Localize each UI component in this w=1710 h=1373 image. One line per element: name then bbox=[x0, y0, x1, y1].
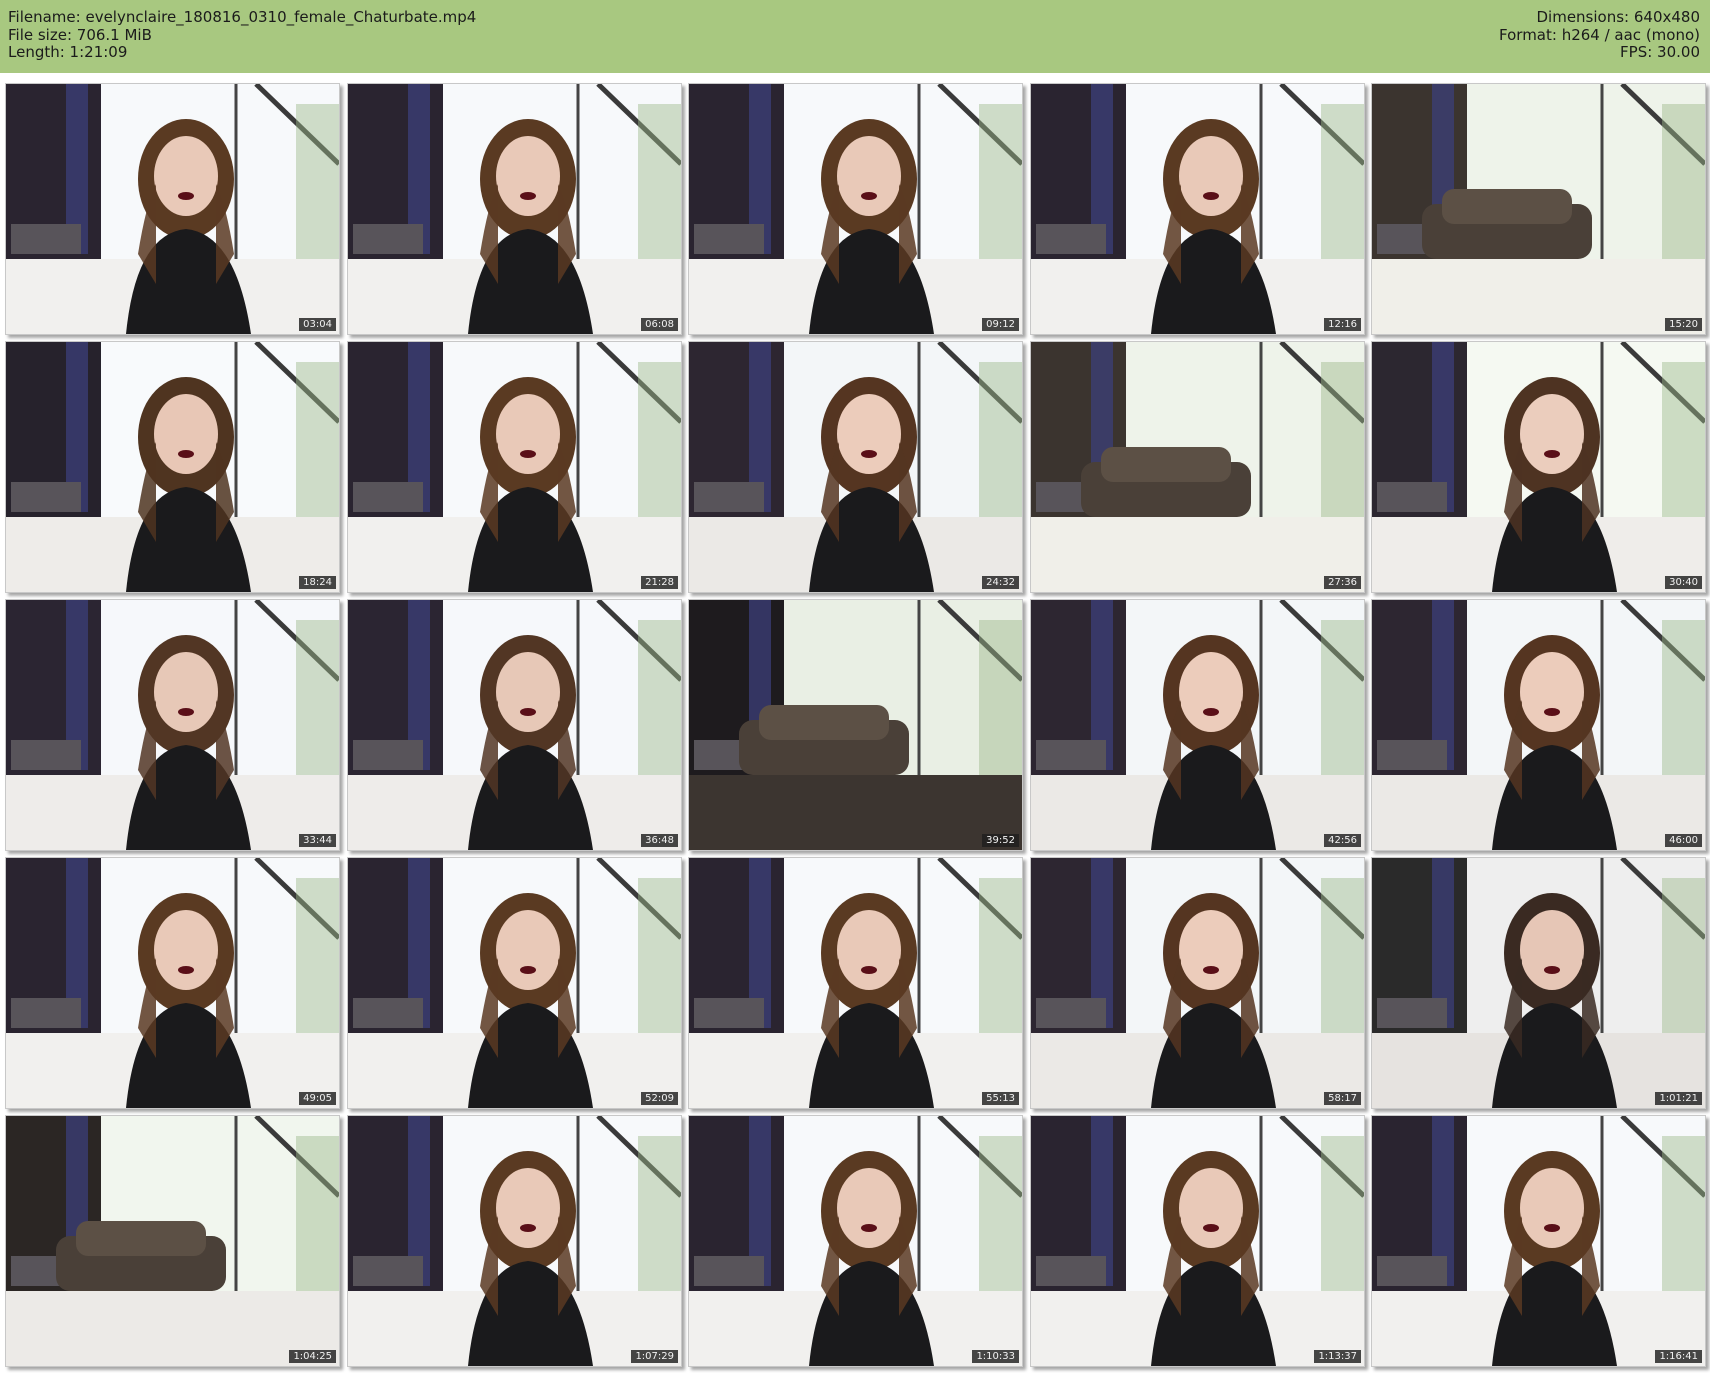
thumbnail: 1:13:37 bbox=[1030, 1115, 1365, 1367]
thumbnail-timestamp: 1:16:41 bbox=[1655, 1350, 1702, 1363]
thumbnail-image bbox=[689, 858, 1022, 1108]
thumbnail-timestamp: 39:52 bbox=[982, 834, 1019, 847]
thumbnail: 12:16 bbox=[1030, 83, 1365, 335]
thumbnail: 27:36 bbox=[1030, 341, 1365, 593]
thumbnail-timestamp: 1:07:29 bbox=[631, 1350, 678, 1363]
thumbnail-image bbox=[1372, 342, 1705, 592]
thumbnail: 42:56 bbox=[1030, 599, 1365, 851]
thumbnail: 1:07:29 bbox=[347, 1115, 682, 1367]
thumbnail-timestamp: 58:17 bbox=[1324, 1092, 1361, 1105]
thumbnail-image bbox=[1031, 342, 1364, 592]
thumbnail-image bbox=[1372, 858, 1705, 1108]
fps-text: FPS: 30.00 bbox=[1620, 43, 1700, 61]
thumbnail-timestamp: 30:40 bbox=[1665, 576, 1702, 589]
thumbnail-timestamp: 18:24 bbox=[299, 576, 336, 589]
thumbnail: 46:00 bbox=[1371, 599, 1706, 851]
thumbnail-timestamp: 09:12 bbox=[982, 318, 1019, 331]
thumbnail-image bbox=[1372, 84, 1705, 334]
thumbnail: 1:01:21 bbox=[1371, 857, 1706, 1109]
thumbnail: 36:48 bbox=[347, 599, 682, 851]
thumbnail: 06:08 bbox=[347, 83, 682, 335]
filesize-text: File size: 706.1 MiB bbox=[8, 25, 152, 44]
thumbnail-image bbox=[689, 342, 1022, 592]
thumbnail-image bbox=[1031, 858, 1364, 1108]
dimensions-text: Dimensions: 640x480 bbox=[1536, 8, 1700, 26]
thumbnail-timestamp: 36:48 bbox=[641, 834, 678, 847]
thumbnail-image bbox=[348, 342, 681, 592]
thumbnail: 33:44 bbox=[5, 599, 340, 851]
thumbnail: 1:10:33 bbox=[688, 1115, 1023, 1367]
thumbnail-image bbox=[1372, 1116, 1705, 1366]
thumbnail: 49:05 bbox=[5, 857, 340, 1109]
length-text: Length: 1:21:09 bbox=[8, 43, 128, 61]
thumbnail-timestamp: 12:16 bbox=[1324, 318, 1361, 331]
thumbnail: 18:24 bbox=[5, 341, 340, 593]
thumbnail-image bbox=[689, 600, 1022, 850]
thumbnail-timestamp: 1:04:25 bbox=[289, 1350, 336, 1363]
thumbnail-timestamp: 33:44 bbox=[299, 834, 336, 847]
thumbnail: 15:20 bbox=[1371, 83, 1706, 335]
thumbnail: 1:04:25 bbox=[5, 1115, 340, 1367]
thumbnail: 24:32 bbox=[688, 341, 1023, 593]
thumbnail-image bbox=[689, 84, 1022, 334]
thumbnail: 58:17 bbox=[1030, 857, 1365, 1109]
thumbnail-image bbox=[6, 342, 339, 592]
thumbnail: 21:28 bbox=[347, 341, 682, 593]
thumbnail: 1:16:41 bbox=[1371, 1115, 1706, 1367]
format-text: Format: h264 / aac (mono) bbox=[1499, 25, 1700, 44]
thumbnail-image bbox=[1031, 600, 1364, 850]
thumbnail-image bbox=[6, 84, 339, 334]
info-header: Filename: evelynclaire_180816_0310_femal… bbox=[0, 0, 1710, 73]
thumbnail-timestamp: 46:00 bbox=[1665, 834, 1702, 847]
thumbnail-image bbox=[6, 600, 339, 850]
thumbnail: 09:12 bbox=[688, 83, 1023, 335]
thumbnail-image bbox=[6, 858, 339, 1108]
filename-text: Filename: evelynclaire_180816_0310_femal… bbox=[8, 8, 477, 26]
thumbnail-timestamp: 1:01:21 bbox=[1655, 1092, 1702, 1105]
stream-info: Dimensions: 640x480 Format: h264 / aac (… bbox=[1499, 8, 1700, 62]
thumbnail-image bbox=[1031, 84, 1364, 334]
thumbnail: 30:40 bbox=[1371, 341, 1706, 593]
thumbnail-timestamp: 24:32 bbox=[982, 576, 1019, 589]
thumbnail-timestamp: 49:05 bbox=[299, 1092, 336, 1105]
thumbnail-image bbox=[689, 1116, 1022, 1366]
thumbnail: 03:04 bbox=[5, 83, 340, 335]
thumbnail-image bbox=[348, 1116, 681, 1366]
thumbnail-timestamp: 06:08 bbox=[641, 318, 678, 331]
thumbnail-timestamp: 1:10:33 bbox=[972, 1350, 1019, 1363]
thumbnail-image bbox=[6, 1116, 339, 1366]
thumbnail-image bbox=[1372, 600, 1705, 850]
thumbnail-timestamp: 27:36 bbox=[1324, 576, 1361, 589]
thumbnail: 55:13 bbox=[688, 857, 1023, 1109]
thumbnail-timestamp: 15:20 bbox=[1665, 318, 1702, 331]
thumbnail-timestamp: 55:13 bbox=[982, 1092, 1019, 1105]
thumbnail-timestamp: 1:13:37 bbox=[1314, 1350, 1361, 1363]
thumbnail-timestamp: 03:04 bbox=[299, 318, 336, 331]
file-info: Filename: evelynclaire_180816_0310_femal… bbox=[8, 8, 477, 62]
thumbnail-timestamp: 21:28 bbox=[641, 576, 678, 589]
thumbnail-image bbox=[348, 84, 681, 334]
thumbnail: 39:52 bbox=[688, 599, 1023, 851]
thumbnail-timestamp: 52:09 bbox=[641, 1092, 678, 1105]
thumbnail-image bbox=[1031, 1116, 1364, 1366]
thumbnail-image bbox=[348, 600, 681, 850]
thumbnail-timestamp: 42:56 bbox=[1324, 834, 1361, 847]
thumbnail-image bbox=[348, 858, 681, 1108]
thumbnail: 52:09 bbox=[347, 857, 682, 1109]
